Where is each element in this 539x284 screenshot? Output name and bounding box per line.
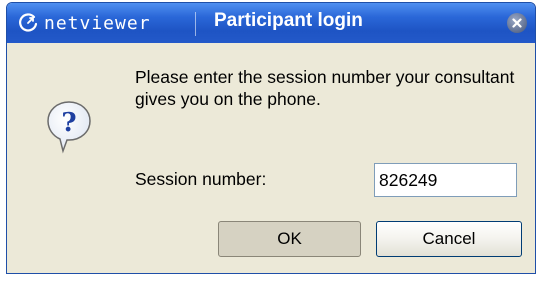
ok-button[interactable]: OK xyxy=(218,221,361,257)
cancel-button[interactable]: Cancel xyxy=(376,221,522,257)
window-title: Participant login xyxy=(214,10,363,31)
instruction-message: Please enter the session number your con… xyxy=(135,67,515,109)
session-number-input[interactable] xyxy=(374,163,517,197)
close-button[interactable] xyxy=(507,13,527,33)
participant-login-dialog: netviewer Participant login ? Please ent… xyxy=(6,2,536,274)
brand: netviewer xyxy=(17,9,151,37)
titlebar[interactable]: netviewer Participant login xyxy=(7,3,535,43)
title-separator xyxy=(195,12,196,36)
question-icon: ? xyxy=(47,101,91,154)
netviewer-logo-icon xyxy=(19,13,38,32)
session-number-label: Session number: xyxy=(135,169,267,189)
close-icon xyxy=(512,18,522,28)
svg-text:?: ? xyxy=(61,108,76,138)
brand-name: netviewer xyxy=(44,12,151,34)
